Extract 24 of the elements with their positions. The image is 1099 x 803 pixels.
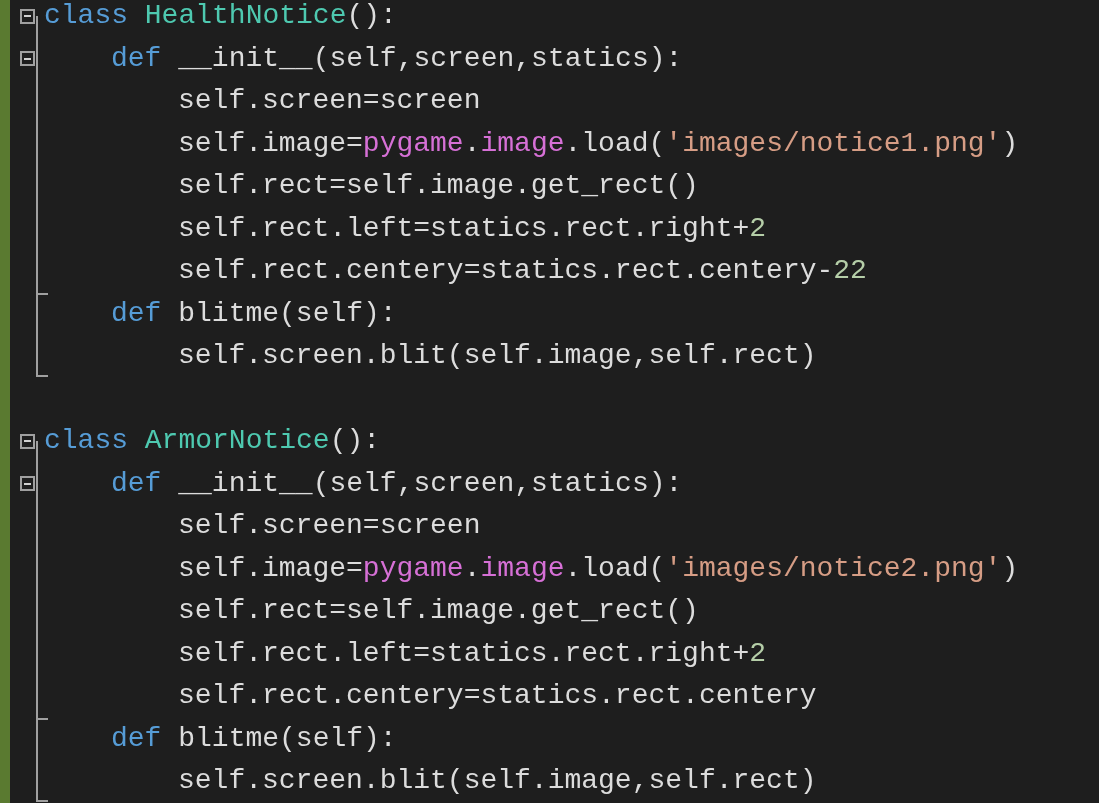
- code-line: self.rect=self.image.get_rect(): [178, 170, 699, 202]
- fold-guide-line: [36, 760, 48, 802]
- code-line: self.rect.centery=statics.rect.centery-22: [178, 255, 867, 287]
- code-line: self.screen.blit(self.image,self.rect): [178, 765, 817, 797]
- code-line: self.rect=self.image.get_rect(): [178, 595, 699, 627]
- code-line: self.screen=screen: [178, 85, 481, 117]
- code-line: class HealthNotice():: [44, 0, 397, 32]
- code-line: self.rect.centery=statics.rect.centery: [178, 680, 817, 712]
- code-line: self.image=pygame.image.load('images/notice2.png'): [178, 552, 1019, 584]
- code-line: def __init__(self,screen,statics):: [111, 42, 683, 74]
- collapse-icon[interactable]: [20, 433, 35, 449]
- code-line: def blitme(self):: [111, 722, 397, 754]
- code-line: def blitme(self):: [111, 297, 397, 329]
- collapse-icon[interactable]: [20, 8, 35, 24]
- code-line: def __init__(self,screen,statics):: [111, 467, 683, 499]
- collapse-icon[interactable]: [20, 51, 35, 67]
- code-line: self.screen=screen: [178, 510, 481, 542]
- code-line: class ArmorNotice():: [44, 425, 381, 457]
- code-line: self.screen.blit(self.image,self.rect): [178, 340, 817, 372]
- collapse-icon[interactable]: [20, 476, 35, 492]
- code-line: self.rect.left=statics.rect.right+2: [178, 637, 767, 669]
- code-line: self.image=pygame.image.load('images/notice1.png'): [178, 127, 1019, 159]
- fold-guide-line: [36, 335, 48, 377]
- code-line: self.rect.left=statics.rect.right+2: [178, 212, 767, 244]
